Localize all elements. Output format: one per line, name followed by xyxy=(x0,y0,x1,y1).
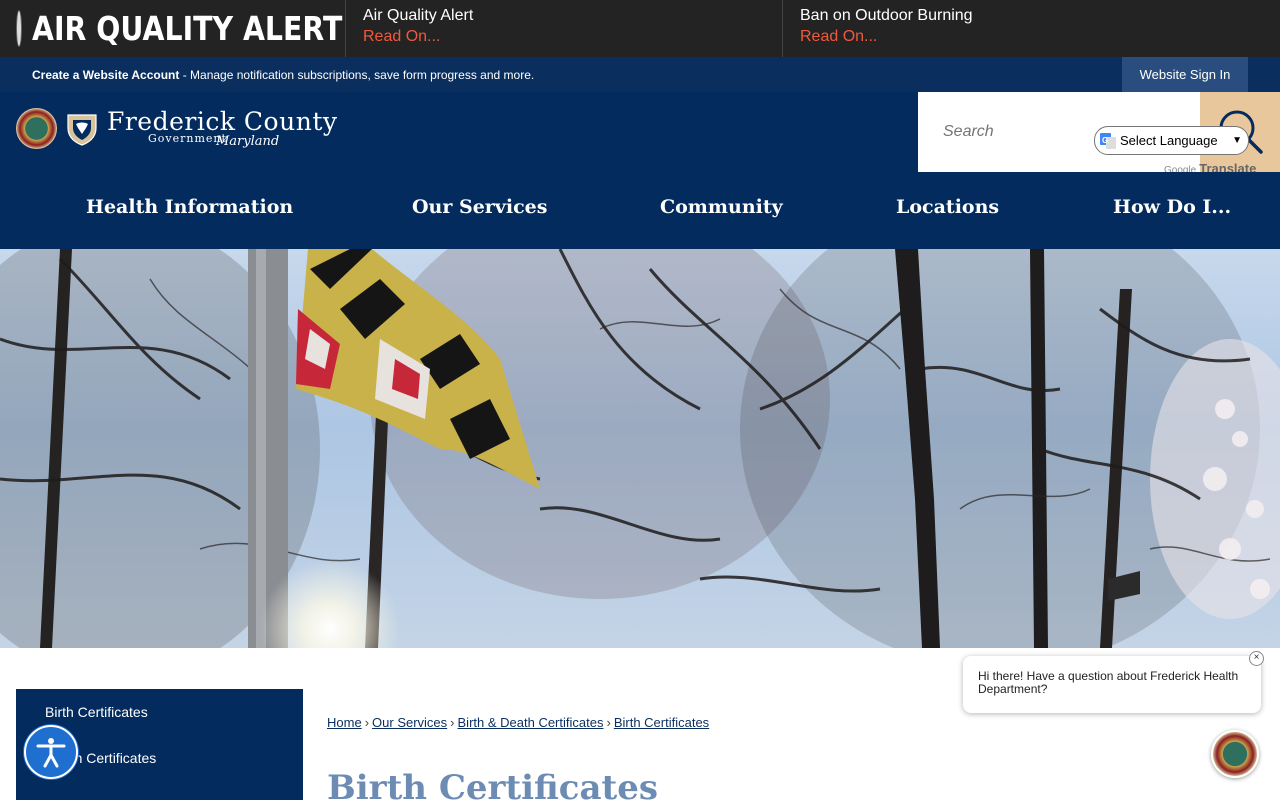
alert-item-burning-ban[interactable]: Ban on Outdoor Burning Read On... xyxy=(783,0,1280,57)
accessibility-button[interactable] xyxy=(24,725,78,779)
breadcrumb: Home › Our Services › Birth & Death Certific… xyxy=(327,715,709,730)
chevron-down-icon: ▼ xyxy=(1232,135,1242,146)
nav-our-services[interactable]: Our Services xyxy=(412,196,547,218)
main-nav: Health Information Our Services Communit… xyxy=(0,172,1280,249)
svg-text:G: G xyxy=(1102,136,1108,145)
alert-item-air-quality[interactable]: Air Quality Alert Read On... xyxy=(346,0,783,57)
breadcrumb-separator: › xyxy=(450,715,455,730)
hero-photo xyxy=(0,249,1280,648)
language-select[interactable]: G Select Language ▼ xyxy=(1094,126,1249,155)
breadcrumb-birth-death-certificates[interactable]: Birth & Death Certificates xyxy=(458,715,604,730)
side-item-birth-certificates[interactable]: Birth Certificates xyxy=(45,704,148,720)
content-area: Birth Certificates Death Certificates Ho… xyxy=(0,648,1280,808)
account-message: Create a Website Account - Manage notifi… xyxy=(32,68,534,82)
breadcrumb-home[interactable]: Home xyxy=(327,715,362,730)
nav-community[interactable]: Community xyxy=(660,196,783,218)
alert-siren-icon xyxy=(17,11,21,46)
breadcrumb-separator: › xyxy=(364,715,370,730)
breadcrumb-our-services[interactable]: Our Services xyxy=(372,715,447,730)
alert-read-on-link[interactable]: Read On... xyxy=(800,25,1280,49)
alert-read-on-link[interactable]: Read On... xyxy=(363,25,782,49)
nav-health-information[interactable]: Health Information xyxy=(86,196,293,218)
logo-maryland: Maryland xyxy=(216,134,280,149)
language-select-label: Select Language xyxy=(1120,133,1218,148)
chat-message: Hi there! Have a question about Frederic… xyxy=(978,669,1239,696)
alert-item-title: Air Quality Alert xyxy=(363,7,474,24)
alert-heading: AIR QUALITY ALERT xyxy=(0,0,346,57)
nav-locations[interactable]: Locations xyxy=(896,196,999,218)
breadcrumb-birth-certificates[interactable]: Birth Certificates xyxy=(614,715,709,730)
nav-how-do-i[interactable]: How Do I... xyxy=(1113,196,1231,218)
county-seal-icon[interactable] xyxy=(16,108,57,149)
chat-launcher-avatar[interactable] xyxy=(1211,730,1259,778)
site-header: Frederick County Government Maryland xyxy=(0,92,1280,172)
alert-bar: AIR QUALITY ALERT Air Quality Alert Read… xyxy=(0,0,1280,57)
chat-close-icon[interactable]: × xyxy=(1249,651,1264,666)
accessibility-icon xyxy=(36,738,66,768)
page-title: Birth Certificates xyxy=(327,768,658,808)
alert-title: AIR QUALITY ALERT xyxy=(32,9,343,48)
hero-banner-image xyxy=(0,249,1280,648)
chat-prompt-bubble[interactable]: Hi there! Have a question about Frederic… xyxy=(963,656,1261,713)
google-translate-icon: G xyxy=(1100,132,1116,149)
search-input[interactable] xyxy=(943,120,1103,144)
website-sign-in-button[interactable]: Website Sign In xyxy=(1122,57,1248,92)
alert-item-title: Ban on Outdoor Burning xyxy=(800,7,973,24)
create-account-link[interactable]: Create a Website Account xyxy=(32,68,179,82)
county-crest-icon[interactable] xyxy=(66,112,98,146)
account-description: - Manage notification subscriptions, sav… xyxy=(179,68,535,82)
account-bar: Create a Website Account - Manage notifi… xyxy=(0,57,1280,92)
breadcrumb-separator: › xyxy=(606,715,611,730)
